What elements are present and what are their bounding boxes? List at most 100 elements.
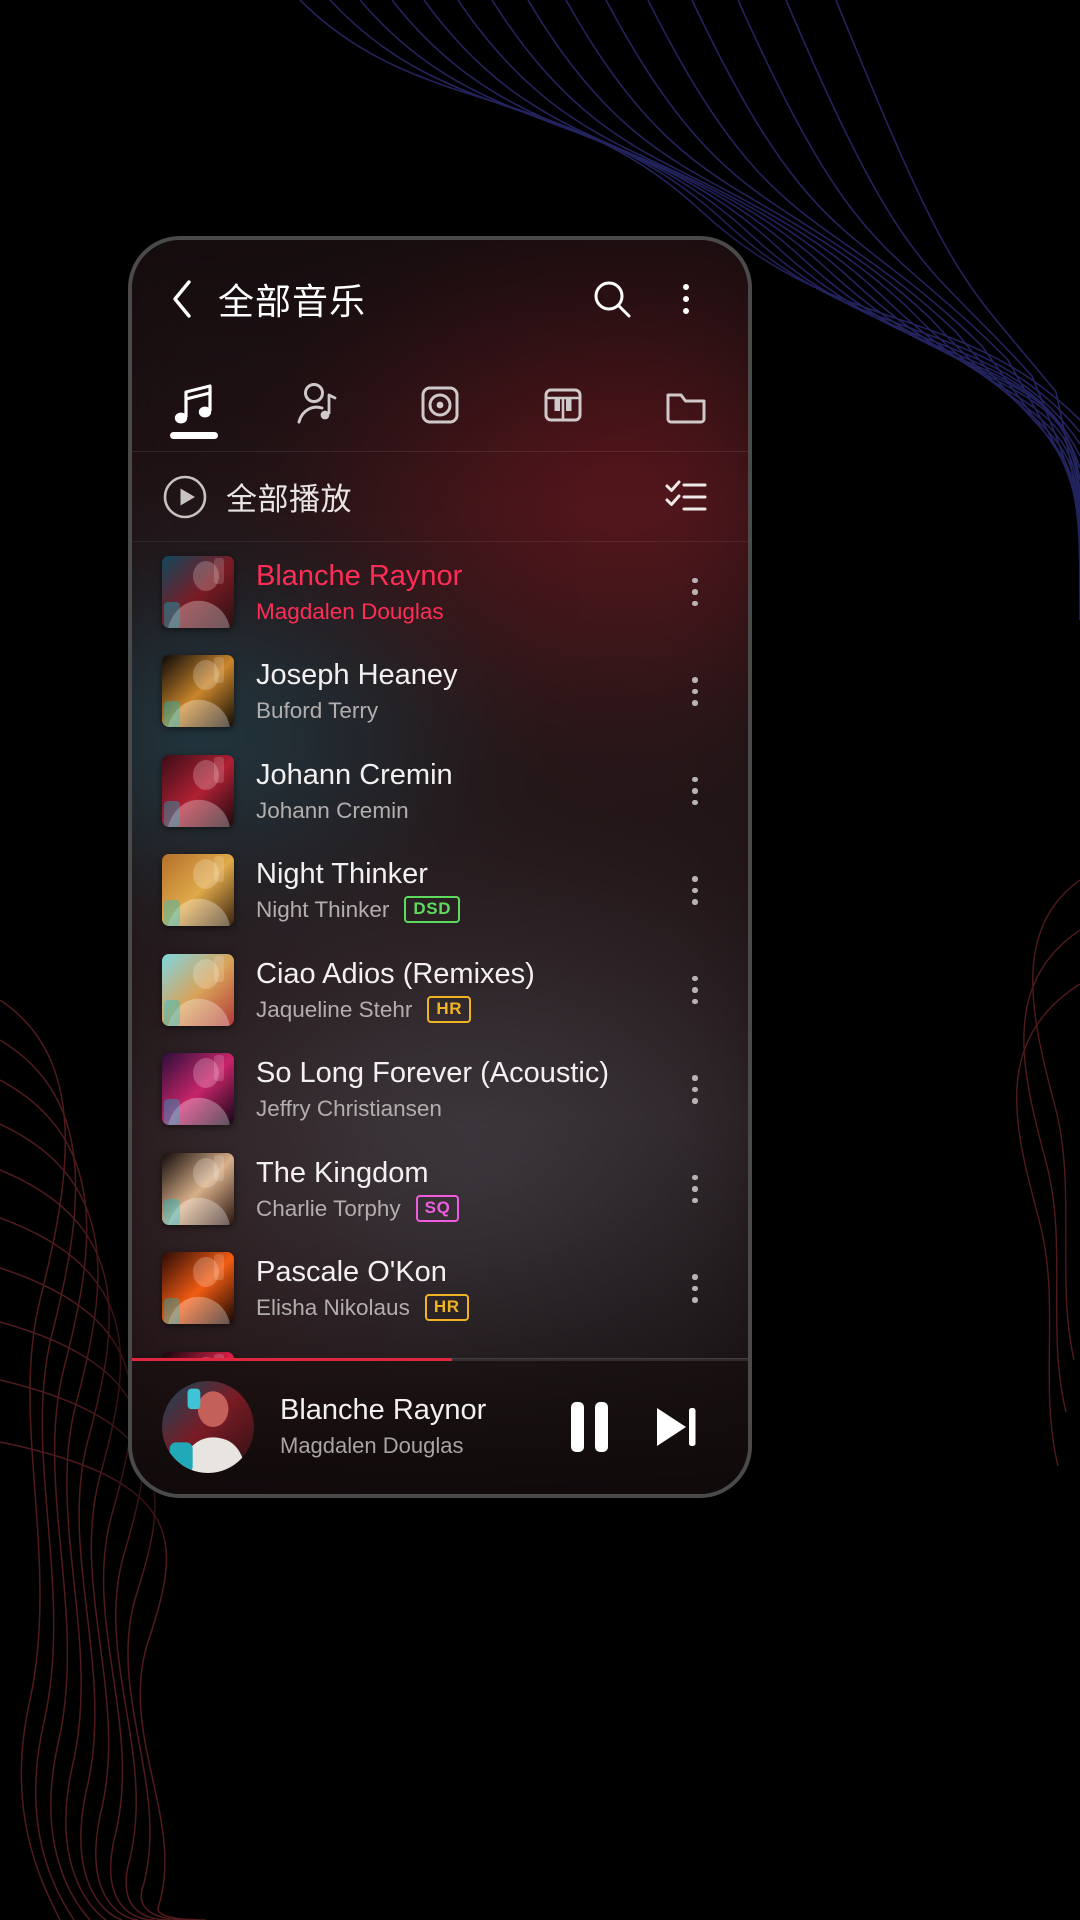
song-row[interactable]: Johann Cremin Johann Cremin xyxy=(132,741,748,841)
song-meta: Joseph Heaney Buford Terry xyxy=(256,658,668,724)
song-subline: Jeffry Christiansen xyxy=(256,1095,668,1122)
song-meta: Blanche Raynor Magdalen Douglas xyxy=(256,559,668,625)
song-overflow-button[interactable] xyxy=(668,1154,722,1224)
song-artist: Jeffry Christiansen xyxy=(256,1096,442,1122)
quality-badge: HR xyxy=(427,995,472,1023)
playback-progress-fill xyxy=(132,1358,453,1361)
song-title: The Kingdom xyxy=(256,1156,429,1189)
song-overflow-button[interactable] xyxy=(668,1253,722,1323)
more-vertical-icon xyxy=(692,876,698,905)
more-vertical-icon xyxy=(692,975,698,1004)
song-artist: Magdalen Douglas xyxy=(256,598,444,624)
song-overflow-button[interactable] xyxy=(668,955,722,1025)
song-row[interactable]: The Kingdom Charlie Torphy SQ xyxy=(132,1139,748,1239)
album-art-image xyxy=(162,1152,234,1225)
album-art-image xyxy=(162,854,234,927)
mini-player-album-art[interactable] xyxy=(162,1380,254,1473)
album-disc-icon xyxy=(421,386,459,423)
song-row[interactable]: Ciao Adios (Remixes) Jaqueline Stehr HR xyxy=(132,940,748,1040)
tab-songs[interactable] xyxy=(132,358,255,451)
chevron-left-icon xyxy=(173,280,191,318)
play-all-button[interactable]: 全部播放 xyxy=(162,474,352,520)
more-vertical-icon xyxy=(692,577,698,606)
song-overflow-button[interactable] xyxy=(668,756,722,826)
song-album-art xyxy=(162,555,234,628)
more-vertical-icon xyxy=(692,1274,698,1303)
more-vertical-icon xyxy=(692,1075,698,1104)
song-artist: Jaqueline Stehr xyxy=(256,996,413,1022)
song-overflow-button[interactable] xyxy=(668,557,722,627)
song-album-art xyxy=(162,1252,234,1325)
song-meta: Night Thinker Night Thinker DSD xyxy=(256,857,668,924)
mini-player-title: Blanche Raynor xyxy=(280,1394,487,1426)
quality-badge: SQ xyxy=(415,1194,460,1222)
song-subline: Buford Terry xyxy=(256,697,668,724)
song-row[interactable]: Joseph Heaney Buford Terry xyxy=(132,642,748,742)
song-artist: Johann Cremin xyxy=(256,797,409,823)
song-album-art xyxy=(162,1053,234,1126)
song-title: Blanche Raynor xyxy=(256,559,463,592)
phone-screen: 全部音乐 全部播放 Blanche Raynor Magdalen Dougla… xyxy=(132,240,748,1494)
search-icon xyxy=(594,281,631,318)
music-note-icon xyxy=(174,383,212,423)
song-album-art xyxy=(162,754,234,827)
back-button[interactable] xyxy=(160,277,204,321)
search-button[interactable] xyxy=(584,271,640,327)
song-album-art xyxy=(162,854,234,927)
song-subline: Elisha Nikolaus HR xyxy=(256,1294,668,1322)
song-subline: Johann Cremin xyxy=(256,797,668,824)
song-meta: Pascale O'Kon Elisha Nikolaus HR xyxy=(256,1255,668,1322)
song-meta: Johann Cremin Johann Cremin xyxy=(256,758,668,824)
play-all-label: 全部播放 xyxy=(226,482,352,517)
song-subline: Charlie Torphy SQ xyxy=(256,1194,668,1222)
play-circle-icon xyxy=(163,475,207,518)
tab-genres[interactable] xyxy=(502,358,625,451)
song-overflow-button[interactable] xyxy=(668,1054,722,1124)
song-title: So Long Forever (Acoustic) xyxy=(256,1057,609,1090)
song-title: Ciao Adios (Remixes) xyxy=(256,957,535,990)
skip-next-icon xyxy=(657,1407,696,1446)
album-art-image xyxy=(162,1380,254,1473)
multiselect-button[interactable] xyxy=(658,469,714,525)
album-art-image xyxy=(162,555,234,628)
album-art-image xyxy=(162,655,234,728)
tab-albums[interactable] xyxy=(378,358,501,451)
song-artist: Night Thinker xyxy=(256,897,390,923)
more-vertical-icon xyxy=(692,1174,698,1203)
song-row[interactable]: So Long Forever (Acoustic) Jeffry Christ… xyxy=(132,1040,748,1140)
more-vertical-icon xyxy=(683,284,689,314)
song-title: Johann Cremin xyxy=(256,758,453,791)
play-all-row: 全部播放 xyxy=(132,452,748,542)
song-title: Joseph Heaney xyxy=(256,659,458,692)
song-overflow-button[interactable] xyxy=(668,656,722,726)
mini-player-meta: Blanche Raynor Magdalen Douglas xyxy=(280,1394,546,1459)
song-subline: Night Thinker DSD xyxy=(256,896,668,924)
song-list[interactable]: Blanche Raynor Magdalen Douglas Joseph H… xyxy=(132,542,748,1358)
checklist-icon xyxy=(665,480,707,510)
pause-button[interactable] xyxy=(546,1384,632,1470)
overflow-menu-button[interactable] xyxy=(658,271,714,327)
tab-active-indicator xyxy=(169,432,218,439)
song-row[interactable]: Blanche Raynor Magdalen Douglas xyxy=(132,542,748,642)
song-row[interactable]: Ciao Adios (Remixes) Willis Osinski xyxy=(132,1338,748,1358)
song-overflow-button[interactable] xyxy=(668,855,722,925)
playback-progress-track[interactable] xyxy=(132,1358,748,1361)
song-subline: Magdalen Douglas xyxy=(256,598,668,625)
song-artist: Buford Terry xyxy=(256,698,379,724)
song-artist: Elisha Nikolaus xyxy=(256,1295,410,1321)
album-art-image xyxy=(162,1053,234,1126)
next-track-button[interactable] xyxy=(632,1384,718,1470)
song-title: Pascale O'Kon xyxy=(256,1256,447,1289)
quality-badge: DSD xyxy=(404,896,461,924)
song-row[interactable]: Pascale O'Kon Elisha Nikolaus HR xyxy=(132,1239,748,1339)
song-title: Night Thinker xyxy=(256,858,428,891)
song-artist: Charlie Torphy xyxy=(256,1195,401,1221)
mini-player-artist: Magdalen Douglas xyxy=(280,1433,464,1458)
song-subline: Jaqueline Stehr HR xyxy=(256,995,668,1023)
tab-artists[interactable] xyxy=(255,358,378,451)
song-album-art xyxy=(162,655,234,728)
page-title: 全部音乐 xyxy=(218,281,367,322)
tab-folders[interactable] xyxy=(625,358,748,451)
song-row[interactable]: Night Thinker Night Thinker DSD xyxy=(132,841,748,941)
song-meta: The Kingdom Charlie Torphy SQ xyxy=(256,1156,668,1222)
